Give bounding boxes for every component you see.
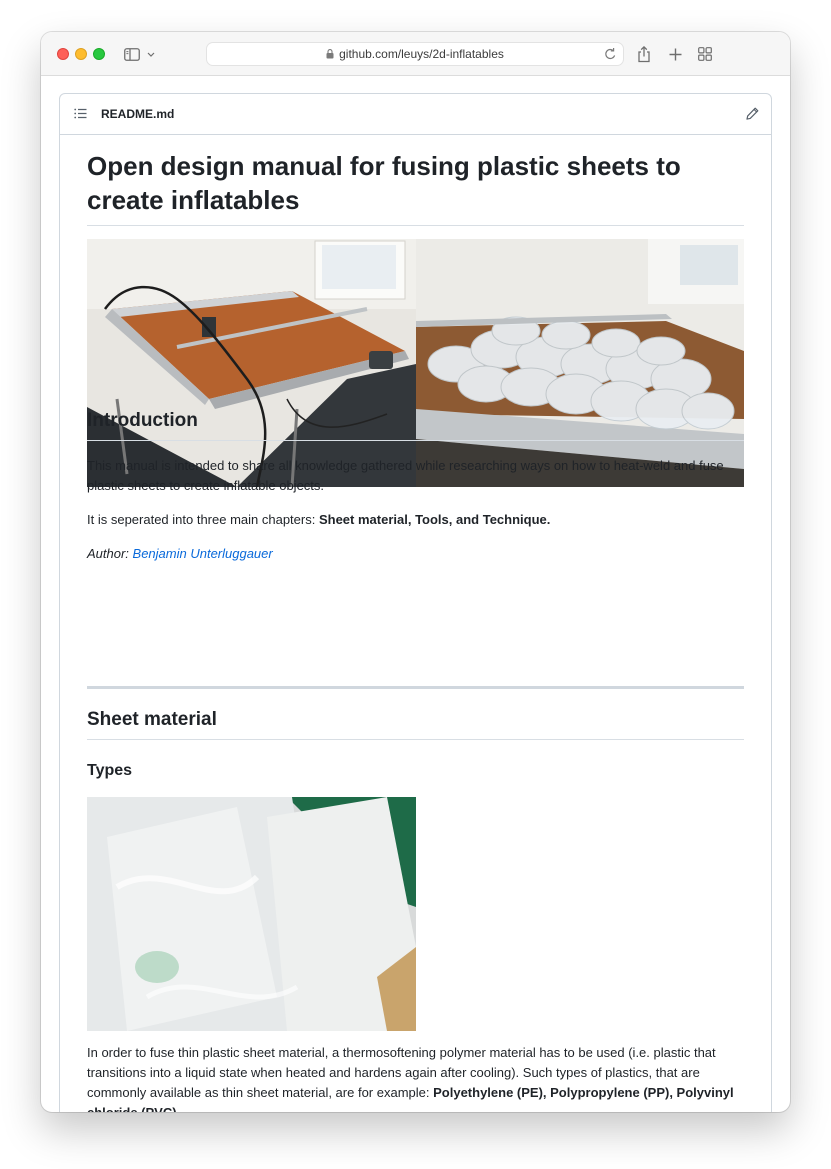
browser-window: github.com/leuys/2d-inflatables README.m…: [41, 32, 790, 1112]
author-paragraph: Author: Benjamin Unterluggauer: [87, 544, 744, 564]
lock-icon: [326, 49, 334, 59]
plus-icon[interactable]: [666, 45, 684, 63]
pencil-icon[interactable]: [746, 107, 759, 120]
tab-grid-icon[interactable]: [696, 45, 714, 63]
chevron-down-icon[interactable]: [145, 45, 157, 63]
page-title: Open design manual for fusing plastic sh…: [87, 149, 744, 226]
plotter-machine-photo: [87, 239, 416, 487]
introduction-heading: Introduction: [87, 409, 744, 441]
types-paragraph: In order to fuse thin plastic sheet mate…: [87, 1043, 744, 1112]
minimize-window-button[interactable]: [75, 48, 87, 60]
url-text: github.com/leuys/2d-inflatables: [339, 47, 504, 61]
title-bar: github.com/leuys/2d-inflatables: [41, 32, 790, 76]
introduction-paragraph: This manual is intended to share all kno…: [87, 458, 724, 493]
section-divider: [87, 686, 744, 689]
list-icon[interactable]: [74, 108, 87, 119]
readme-filename: README.md: [101, 107, 175, 121]
author-link[interactable]: Benjamin Unterluggauer: [133, 546, 273, 561]
close-window-button[interactable]: [57, 48, 69, 60]
readme-header: README.md: [60, 94, 771, 135]
zoom-window-button[interactable]: [93, 48, 105, 60]
chapters-paragraph: It is seperated into three main chapters…: [87, 510, 744, 530]
hero-images: [87, 239, 744, 487]
readme-container: README.md Open design manual for fusing …: [59, 93, 772, 1112]
plastic-sheets-photo: [87, 797, 416, 1031]
sidebar-icon[interactable]: [121, 45, 143, 63]
share-icon[interactable]: [635, 45, 653, 63]
sheet-material-heading: Sheet material: [87, 708, 744, 740]
chapters-prefix: It is seperated into three main chapters…: [87, 512, 319, 527]
reload-icon[interactable]: [604, 47, 617, 61]
address-bar[interactable]: github.com/leuys/2d-inflatables: [206, 42, 624, 66]
chapters-list: Sheet material, Tools, and Technique.: [318, 512, 551, 527]
inflatables-table-photo: [416, 239, 744, 487]
types-heading: Types: [87, 762, 133, 779]
author-label: Author:: [87, 546, 133, 561]
